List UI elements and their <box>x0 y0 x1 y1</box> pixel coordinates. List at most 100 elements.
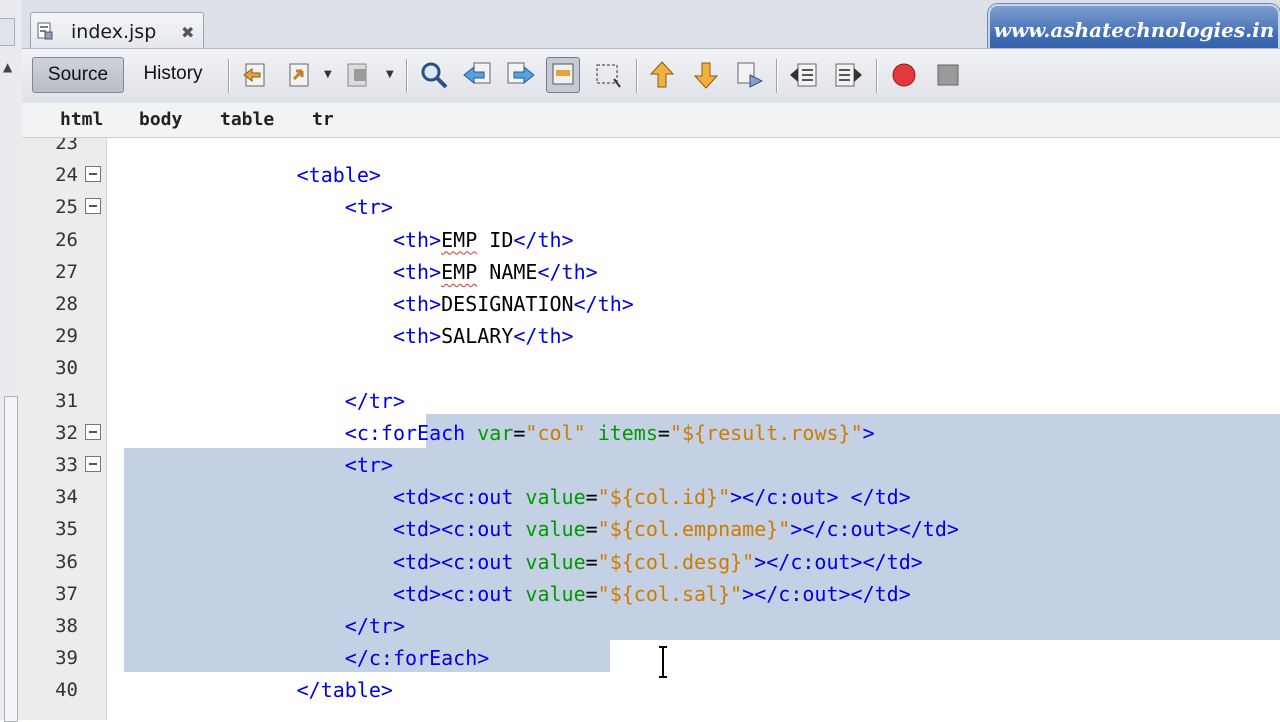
toggle-bookmark-icon[interactable] <box>734 59 766 91</box>
code-token: </table> <box>296 678 393 703</box>
line-number: 27 <box>55 260 78 283</box>
code-token: "col" <box>525 420 586 445</box>
code-text: <td><c:out value="${col.sal}"></c:out></… <box>393 578 911 610</box>
find-icon[interactable] <box>418 59 450 91</box>
code-token: "${result.rows}" <box>669 420 863 445</box>
code-line[interactable]: 34 <td><c:out value="${col.id}"></c:out> … <box>22 481 1280 513</box>
code-token: "${col.empname}" <box>597 517 791 542</box>
code-token: = <box>657 420 670 445</box>
code-token: "${col.sal}" <box>597 581 743 606</box>
breadcrumb-tr[interactable]: tr <box>312 109 334 130</box>
line-number: 37 <box>55 582 78 605</box>
code-token: <th> <box>392 227 442 252</box>
code-text: </tr> <box>345 610 405 642</box>
code-line[interactable]: 24 <table> <box>22 159 1280 191</box>
code-token: > <box>862 420 875 445</box>
code-line[interactable]: 32 <c:forEach var="col" items="${result.r… <box>22 417 1280 449</box>
code-token: EMP <box>441 227 478 252</box>
code-line[interactable]: 23 <box>22 138 1280 159</box>
toggle-highlight-search-icon[interactable] <box>546 57 580 93</box>
line-number: 33 <box>55 454 78 476</box>
code-text: <td><c:out value="${col.id}"></c:out> </… <box>393 481 911 513</box>
code-line[interactable]: 39 </c:forEach> <box>22 642 1280 674</box>
find-next-icon[interactable] <box>504 59 536 91</box>
code-token: </th> <box>513 227 574 252</box>
code-token: "${col.id}" <box>597 485 731 510</box>
left-panel-strip: ▲ <box>0 0 23 722</box>
code-token: </th> <box>513 324 574 349</box>
code-line[interactable]: 38 </tr> <box>22 610 1280 642</box>
code-token: <th> <box>392 259 442 284</box>
collapsed-panel-tab[interactable] <box>0 18 15 46</box>
code-text: <td><c:out value="${col.desg}"></c:out><… <box>393 546 923 578</box>
code-token: = <box>585 485 598 510</box>
next-bookmark-icon[interactable] <box>690 59 722 91</box>
shift-right-icon[interactable] <box>832 59 864 91</box>
line-number: 24 <box>55 164 78 187</box>
code-token: <th> <box>392 324 442 349</box>
breadcrumb-table[interactable]: table <box>220 109 274 130</box>
left-scrollbar[interactable] <box>4 396 18 722</box>
code-token: NAME <box>477 259 538 284</box>
last-edit-icon[interactable] <box>240 59 272 91</box>
code-line[interactable]: 33 <tr> <box>22 449 1280 481</box>
forward-icon[interactable] <box>342 59 374 91</box>
source-button[interactable]: Source <box>32 57 124 93</box>
code-text: <tr> <box>345 449 393 481</box>
line-number: 29 <box>55 325 78 348</box>
shift-left-icon[interactable] <box>788 59 820 91</box>
code-token: </th> <box>537 259 598 284</box>
toggle-rectangular-selection-icon[interactable] <box>592 59 624 91</box>
fold-toggle-icon[interactable] <box>85 198 101 215</box>
fold-toggle-icon[interactable] <box>85 456 101 472</box>
code-token: <td><c:out <box>392 485 526 510</box>
fold-toggle-icon[interactable] <box>85 166 101 183</box>
line-number: 40 <box>55 679 78 702</box>
collapse-arrow-icon[interactable]: ▲ <box>3 60 12 74</box>
line-number: 35 <box>55 518 78 541</box>
code-text: </tr> <box>345 385 405 417</box>
code-line[interactable]: 28 <th>DESIGNATION</th> <box>22 288 1280 320</box>
forward-dropdown-icon[interactable]: ▼ <box>386 69 394 80</box>
history-button[interactable]: History <box>130 57 216 93</box>
code-line[interactable]: 27 <th>EMP NAME</th> <box>22 256 1280 288</box>
code-line[interactable]: 35 <td><c:out value="${col.empname}"></c:… <box>22 513 1280 545</box>
code-line[interactable]: 36 <td><c:out value="${col.desg}"></c:out… <box>22 546 1280 578</box>
breadcrumb-html[interactable]: html <box>60 109 103 130</box>
close-icon[interactable]: ✖ <box>181 23 194 42</box>
file-tab-index-jsp[interactable]: index.jsp ✖ <box>30 12 204 49</box>
back-icon[interactable] <box>284 59 316 91</box>
line-number: 31 <box>55 389 78 412</box>
previous-bookmark-icon[interactable] <box>646 59 678 91</box>
start-macro-recording-icon[interactable] <box>888 59 920 91</box>
code-text: <th>EMP NAME</th> <box>393 256 598 288</box>
find-previous-icon[interactable] <box>462 59 494 91</box>
code-token: DESIGNATION <box>441 292 574 316</box>
code-editor[interactable]: 23 24 <table> 25 <tr> 26 <th>EMP ID</th> 27 <th>… <box>22 138 1280 720</box>
code-line[interactable]: 29 <th>SALARY</th> <box>22 320 1280 352</box>
back-dropdown-icon[interactable]: ▼ <box>324 69 332 80</box>
code-line[interactable]: 25 <tr> <box>22 191 1280 223</box>
code-line[interactable]: 31 </tr> <box>22 385 1280 417</box>
code-token: value <box>525 549 586 574</box>
toolbar-separator <box>776 59 778 93</box>
text-cursor-icon <box>659 646 667 678</box>
fold-toggle-icon[interactable] <box>85 423 101 440</box>
code-token: value <box>525 517 586 542</box>
code-text: <table> <box>297 159 381 191</box>
code-token: <table> <box>296 163 381 188</box>
code-line[interactable]: 26 <th>EMP ID</th> <box>22 224 1280 256</box>
code-token: SALARY <box>441 324 514 349</box>
jsp-file-icon <box>37 22 53 40</box>
code-line[interactable]: 37 <td><c:out value="${col.sal}"></c:out>… <box>22 578 1280 610</box>
breadcrumb-body[interactable]: body <box>139 109 182 130</box>
code-token: ></c:out></td> <box>742 581 911 606</box>
stop-macro-recording-icon[interactable] <box>932 59 964 91</box>
code-text: <tr> <box>345 191 393 223</box>
code-line[interactable]: 40 </table> <box>22 674 1280 706</box>
line-number: 26 <box>55 228 78 251</box>
code-token: value <box>525 485 586 510</box>
toolbar-separator <box>876 59 878 93</box>
code-line[interactable]: 30 <box>22 352 1280 384</box>
